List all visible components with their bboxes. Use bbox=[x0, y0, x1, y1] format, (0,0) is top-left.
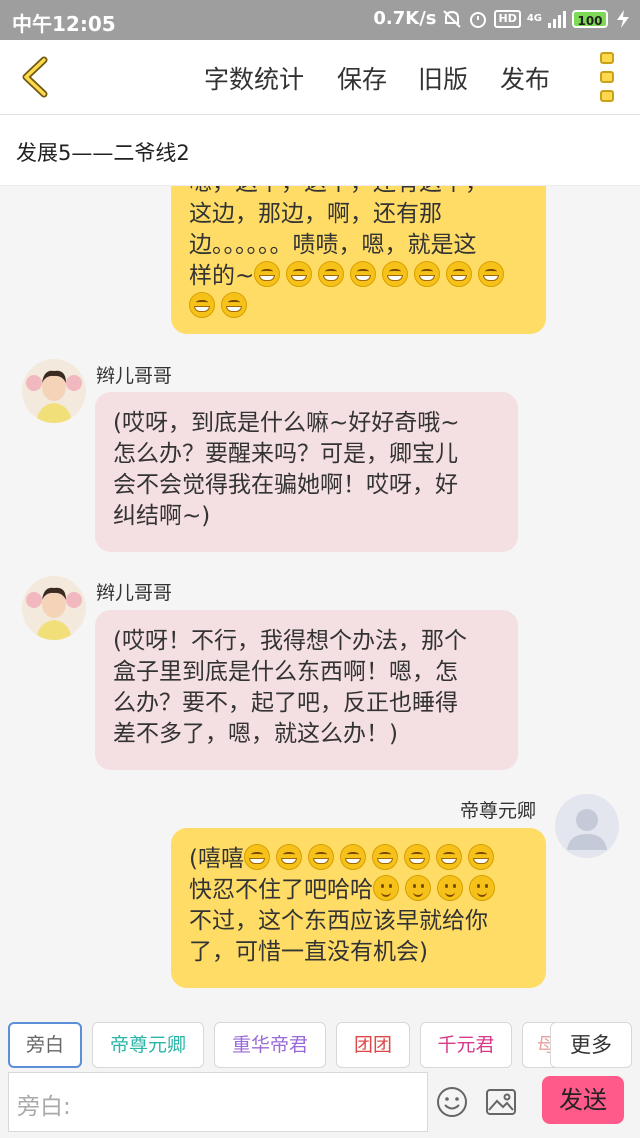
grin-emoji-icon bbox=[286, 261, 313, 287]
more-roles-button[interactable]: 更多 bbox=[550, 1022, 632, 1068]
chapter-title[interactable]: 发展5——二爷线2 bbox=[16, 137, 190, 167]
message-input[interactable]: 旁白: bbox=[8, 1072, 428, 1132]
grin-emoji-icon bbox=[275, 844, 302, 870]
message-line: 快忍不住了吧哈哈 bbox=[189, 875, 530, 906]
role-selector: 旁白 帝尊元卿 重华帝君 团团 千元君 母 更多 bbox=[0, 1000, 640, 1070]
grin-emoji-icon bbox=[371, 844, 398, 870]
grin-emoji-icon bbox=[221, 292, 247, 318]
smile-emoji-icon bbox=[373, 875, 399, 901]
grin-emoji-icon bbox=[478, 261, 505, 287]
grin-emoji-icon bbox=[382, 261, 409, 287]
speaker-name: 帝尊元卿 bbox=[460, 800, 537, 822]
grin-emoji-icon bbox=[307, 844, 334, 870]
message-line: (哎呀！不行，我得想个办法，那个 bbox=[113, 628, 467, 654]
alarm-icon bbox=[470, 11, 487, 28]
network-type: 4G bbox=[526, 13, 542, 24]
speaker-name: 辫儿哥哥 bbox=[96, 365, 173, 387]
smile-emoji-icon bbox=[437, 875, 463, 901]
image-icon[interactable] bbox=[485, 1086, 517, 1118]
avatar[interactable] bbox=[22, 359, 86, 423]
grin-emoji-icon bbox=[339, 844, 366, 870]
message-line: 么办？要不，起了吧，反正也睡得 bbox=[113, 690, 458, 716]
message-line: 不过，这个东西应该早就给你 bbox=[189, 908, 488, 934]
character-avatar-icon bbox=[22, 576, 86, 640]
grin-emoji-icon bbox=[435, 844, 462, 870]
grin-emoji-icon bbox=[350, 261, 377, 287]
battery-icon: 100 bbox=[572, 9, 608, 28]
signal-icon bbox=[548, 10, 566, 28]
message-line: 会不会觉得我在骗她啊！哎呀，好 bbox=[113, 472, 458, 498]
message-line: (哎呀，到底是什么嘛~好好奇哦~ bbox=[113, 410, 460, 436]
smile-emoji-icon bbox=[469, 875, 495, 901]
grin-emoji-icon bbox=[414, 261, 441, 287]
message-line bbox=[189, 292, 530, 323]
grin-emoji-icon bbox=[318, 261, 345, 287]
role-tab[interactable]: 旁白 bbox=[8, 1022, 82, 1068]
status-bar: 中午12:05 0.7K/s HD 4G 100 bbox=[0, 0, 640, 40]
message-bubble[interactable]: (哎呀！不行，我得想个办法，那个 盒子里到底是什么东西啊！嗯，怎 么办？要不，起… bbox=[95, 610, 518, 770]
grin-emoji-icon bbox=[467, 844, 494, 870]
message-line: 这边，那边，啊，还有那 bbox=[189, 201, 442, 227]
avatar[interactable] bbox=[555, 794, 619, 858]
character-avatar-icon bbox=[22, 359, 86, 423]
mute-bell-icon bbox=[443, 9, 462, 28]
save-button[interactable]: 保存 bbox=[337, 60, 387, 96]
message-line: 盒子里到底是什么东西啊！嗯，怎 bbox=[113, 659, 458, 685]
status-indicators: 0.7K/s HD 4G 100 bbox=[373, 8, 632, 29]
input-row: 旁白: 发送 bbox=[0, 1070, 640, 1138]
chat-area[interactable]: 嗯，这个，这个，还有这个， 这边，那边，啊，还有那 边。。。。。。啧啧，嗯，就是… bbox=[0, 186, 640, 1000]
message-bubble[interactable]: 嗯，这个，这个，还有这个， 这边，那边，啊，还有那 边。。。。。。啧啧，嗯，就是… bbox=[171, 186, 546, 334]
message-line: 纠结啊~) bbox=[113, 503, 211, 529]
message-bubble[interactable]: (哎呀，到底是什么嘛~好好奇哦~ 怎么办？要醒来吗？可是，卿宝儿 会不会觉得我在… bbox=[95, 392, 518, 552]
grin-emoji-icon bbox=[403, 844, 430, 870]
message-line: 了，可惜一直没有机会) bbox=[189, 939, 428, 965]
message-line: 差不多了，嗯，就这么办！) bbox=[113, 721, 398, 747]
net-speed: 0.7K/s bbox=[373, 8, 437, 29]
word-count-button[interactable]: 字数统计 bbox=[204, 60, 304, 96]
message-line: 怎么办？要醒来吗？可是，卿宝儿 bbox=[113, 441, 458, 467]
app-bar: 字数统计 保存 旧版 发布 bbox=[0, 40, 640, 115]
status-time: 中午12:05 bbox=[12, 12, 116, 36]
publish-button[interactable]: 发布 bbox=[500, 60, 550, 96]
default-user-avatar-icon bbox=[555, 794, 619, 858]
smile-emoji-icon bbox=[405, 875, 431, 901]
old-version-button[interactable]: 旧版 bbox=[418, 60, 468, 96]
chapter-title-bar: 发展5——二爷线2 bbox=[0, 115, 640, 186]
role-tab[interactable]: 团团 bbox=[336, 1022, 410, 1068]
role-tab[interactable]: 重华帝君 bbox=[214, 1022, 326, 1068]
grin-emoji-icon bbox=[254, 261, 281, 287]
role-tab[interactable]: 帝尊元卿 bbox=[92, 1022, 204, 1068]
role-tab[interactable]: 千元君 bbox=[420, 1022, 512, 1068]
message-bubble[interactable]: (嘻嘻 快忍不住了吧哈哈 不过，这个东西应该早就给你 了，可惜一直没有机会) bbox=[171, 828, 546, 988]
more-menu-icon[interactable] bbox=[596, 52, 618, 102]
avatar[interactable] bbox=[22, 576, 86, 640]
message-line: (嘻嘻 bbox=[189, 844, 530, 875]
grin-emoji-icon bbox=[189, 292, 215, 318]
send-button[interactable]: 发送 bbox=[542, 1076, 624, 1124]
emoji-icon[interactable] bbox=[436, 1086, 468, 1118]
hd-badge: HD bbox=[494, 9, 521, 28]
charging-icon bbox=[617, 9, 629, 28]
message-line: 边。。。。。。啧啧，嗯，就是这 bbox=[189, 232, 477, 258]
message-line: 嗯，这个，这个，还有这个， bbox=[189, 186, 530, 199]
message-line: 样的~ bbox=[189, 261, 530, 292]
back-chevron-icon[interactable] bbox=[14, 54, 60, 100]
grin-emoji-icon bbox=[446, 261, 473, 287]
grin-emoji-icon bbox=[243, 844, 270, 870]
speaker-name: 辫儿哥哥 bbox=[96, 582, 173, 604]
